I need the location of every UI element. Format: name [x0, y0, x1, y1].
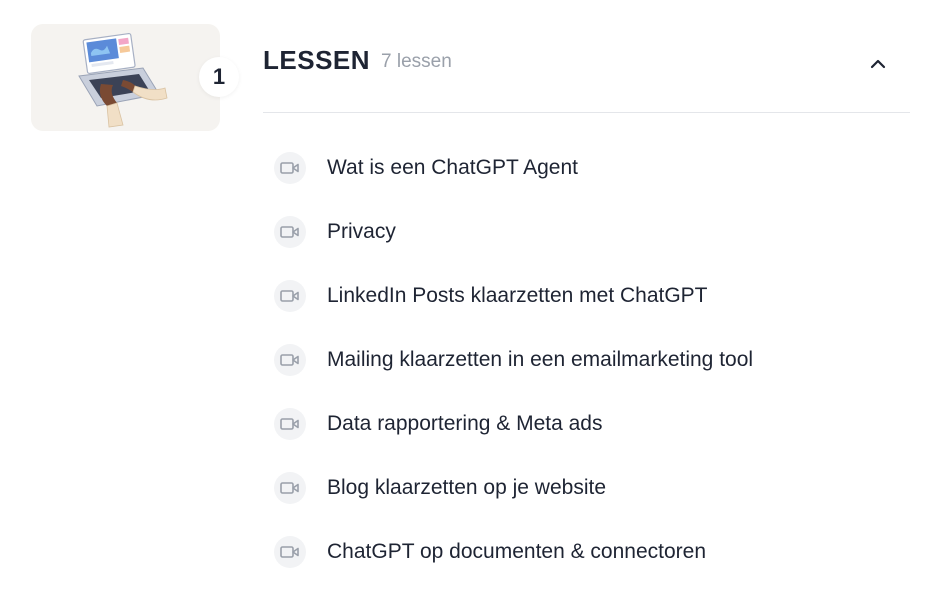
- lesson-item[interactable]: Privacy: [274, 200, 910, 264]
- lesson-item[interactable]: ChatGPT op documenten & connectoren: [274, 520, 910, 584]
- lesson-title: ChatGPT op documenten & connectoren: [327, 540, 707, 563]
- video-camera-icon: [274, 152, 306, 184]
- lesson-title: Blog klaarzetten op je website: [327, 476, 606, 499]
- laptop-illustration: [78, 32, 168, 128]
- module-thumbnail: [31, 24, 220, 131]
- module-number-badge: 1: [199, 57, 239, 97]
- video-camera-icon: [274, 280, 306, 312]
- lesson-title: Mailing klaarzetten in een emailmarketin…: [327, 348, 754, 371]
- lesson-item[interactable]: Data rapportering & Meta ads: [274, 392, 910, 456]
- lesson-title: Wat is een ChatGPT Agent: [327, 156, 578, 179]
- course-module: 1 LESSEN 7 lessen Wat is een ChatGPT Age…: [0, 0, 942, 600]
- video-camera-icon: [274, 472, 306, 504]
- lesson-list: Wat is een ChatGPT Agent Privacy LinkedI…: [274, 136, 910, 584]
- lesson-count: 7 lessen: [381, 51, 452, 72]
- lesson-title: Privacy: [327, 220, 396, 243]
- video-camera-icon: [274, 408, 306, 440]
- collapse-button[interactable]: [864, 50, 892, 78]
- lesson-item[interactable]: Mailing klaarzetten in een emailmarketin…: [274, 328, 910, 392]
- chevron-up-icon: [870, 59, 886, 69]
- module-title: LESSEN: [263, 45, 371, 75]
- video-camera-icon: [274, 344, 306, 376]
- lesson-title: LinkedIn Posts klaarzetten met ChatGPT: [327, 284, 708, 307]
- lesson-item[interactable]: Wat is een ChatGPT Agent: [274, 136, 910, 200]
- video-camera-icon: [274, 536, 306, 568]
- lesson-item[interactable]: Blog klaarzetten op je website: [274, 456, 910, 520]
- video-camera-icon: [274, 216, 306, 248]
- module-header[interactable]: LESSEN 7 lessen: [263, 40, 910, 113]
- lesson-item[interactable]: LinkedIn Posts klaarzetten met ChatGPT: [274, 264, 910, 328]
- lesson-title: Data rapportering & Meta ads: [327, 412, 603, 435]
